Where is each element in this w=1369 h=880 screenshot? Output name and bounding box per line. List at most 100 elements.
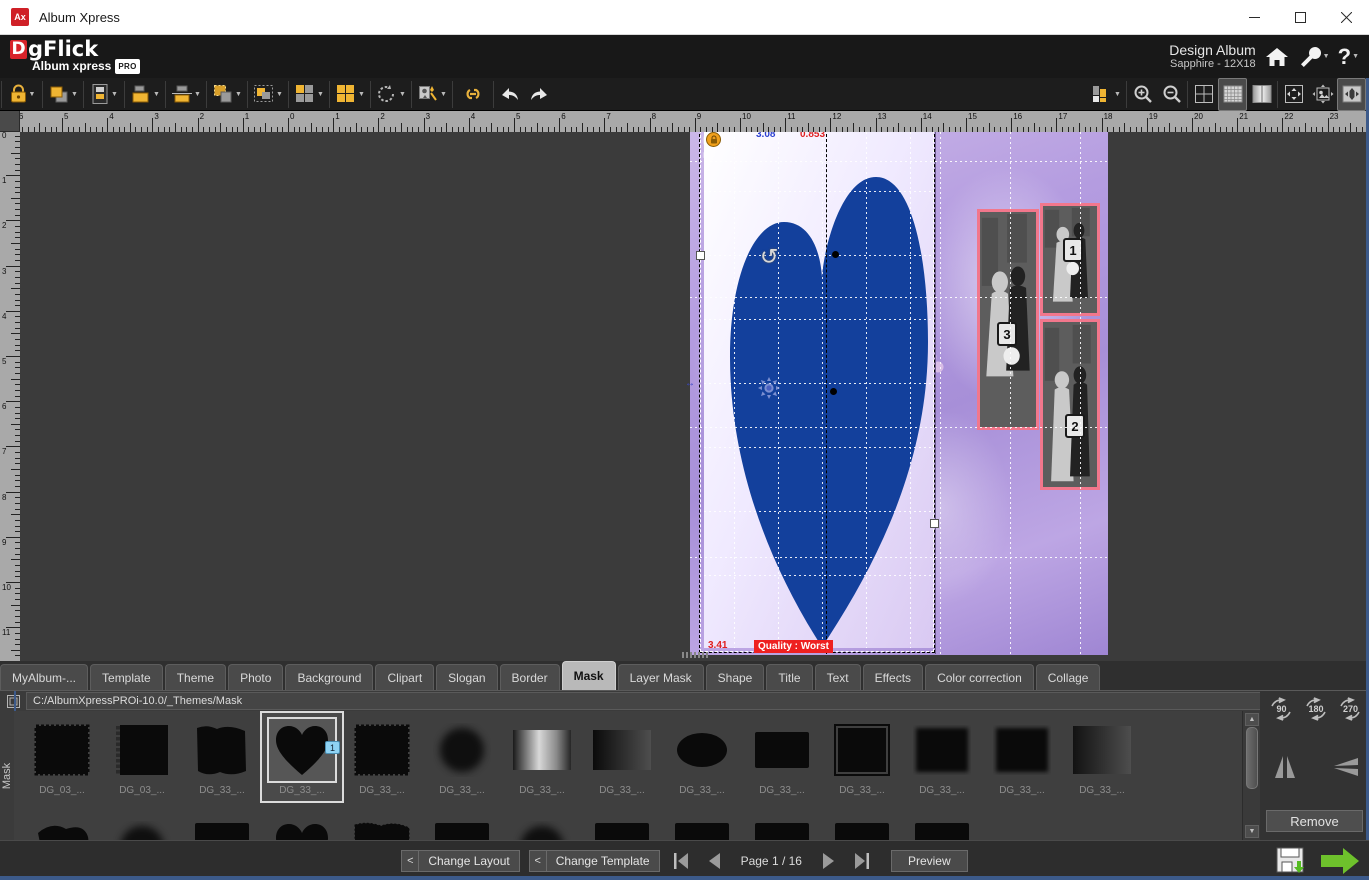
next-page-icon[interactable] — [817, 849, 841, 873]
asset-browser[interactable]: DG_03_... DG_03_... DG_33_... 1 DG_33_... DG_… — [14, 711, 1242, 840]
asset-thumbnail[interactable]: DG_33_... — [182, 713, 262, 801]
pan-image-button[interactable] — [1308, 78, 1337, 111]
select-marquee-caret-icon[interactable]: ▼ — [235, 91, 242, 98]
grid-color-caret-icon[interactable]: ▼ — [358, 91, 365, 98]
layers-caret-icon[interactable]: ▼ — [1114, 91, 1121, 98]
asset-thumbnail[interactable] — [662, 815, 742, 840]
align-center-button[interactable]: ▼ — [167, 78, 205, 111]
tab-color-correction[interactable]: Color correction — [925, 664, 1034, 690]
folder-browse-icon[interactable] — [4, 692, 22, 710]
align-center-caret-icon[interactable]: ▼ — [194, 91, 201, 98]
asset-thumbnail[interactable]: DG_03_... — [102, 713, 182, 801]
asset-thumbnail[interactable]: DG_33_... — [662, 713, 742, 801]
view-spread-button[interactable] — [1247, 78, 1276, 111]
next-step-arrow-icon[interactable] — [1319, 846, 1361, 880]
help-caret-icon[interactable]: ▼ — [1352, 53, 1359, 60]
scrollbar-thumb[interactable] — [1246, 727, 1258, 789]
auto-fill-button[interactable]: ▼ — [413, 78, 451, 111]
asset-thumbnail[interactable] — [582, 815, 662, 840]
asset-thumbnail[interactable]: DG_33_... — [902, 713, 982, 801]
layers-button[interactable]: ▼ — [1087, 78, 1125, 111]
rotate-90-button[interactable]: 90 — [1266, 697, 1297, 721]
tab-title[interactable]: Title — [766, 664, 813, 690]
lock-icon[interactable] — [706, 132, 721, 147]
asset-thumbnail[interactable] — [902, 815, 982, 840]
page-layout-button[interactable]: ▼ — [85, 78, 123, 111]
asset-thumbnail[interactable] — [822, 815, 902, 840]
change-layout-button[interactable]: Change Layout — [419, 849, 520, 872]
close-button[interactable] — [1323, 0, 1369, 35]
asset-thumbnail[interactable]: 1 DG_33_... — [260, 711, 344, 803]
reset-rotation-button[interactable]: ▼ — [372, 78, 410, 111]
tab-myalbum[interactable]: MyAlbum-... — [0, 664, 89, 690]
align-folder-caret-icon[interactable]: ▼ — [153, 91, 160, 98]
asset-thumbnail[interactable] — [742, 815, 822, 840]
asset-thumbnail[interactable]: DG_33_... — [822, 713, 902, 801]
tab-slogan[interactable]: Slogan — [436, 664, 498, 690]
undo-button[interactable] — [495, 78, 524, 111]
last-page-icon[interactable] — [850, 849, 874, 873]
wrench-icon[interactable]: ▼ — [1298, 45, 1330, 69]
tab-template[interactable]: Template — [90, 664, 163, 690]
asset-thumbnail[interactable] — [102, 815, 182, 840]
link-button[interactable] — [454, 78, 492, 111]
tab-theme[interactable]: Theme — [164, 664, 227, 690]
lock-caret-icon[interactable]: ▼ — [29, 91, 36, 98]
resize-handle-left[interactable] — [696, 251, 705, 260]
help-icon[interactable]: ? ▼ — [1338, 44, 1359, 70]
asset-thumbnail[interactable] — [502, 815, 582, 840]
vertical-ruler[interactable]: 0 1 2 3 4 5 6 7 8 9 10 11 — [0, 132, 20, 661]
page-layout-caret-icon[interactable]: ▼ — [111, 91, 118, 98]
album-page[interactable]: SOFTPEDIA — [685, 132, 1108, 655]
view-grid-button[interactable] — [1218, 77, 1247, 111]
canvas-area[interactable]: SOFTPEDIA — [20, 132, 1369, 661]
save-icon[interactable] — [1275, 846, 1309, 880]
asset-thumbnail[interactable]: DG_33_... — [502, 713, 582, 801]
asset-thumbnail[interactable]: DG_03_... — [22, 713, 102, 801]
zoom-in-button[interactable] — [1128, 78, 1157, 111]
horizontal-resize-arrows-icon[interactable]: ↔ — [685, 378, 695, 389]
select-marquee-button[interactable]: ▼ — [208, 78, 246, 111]
asset-thumbnail[interactable]: DG_33_... — [342, 713, 422, 801]
grid-2x2-caret-icon[interactable]: ▼ — [317, 91, 324, 98]
asset-thumbnail[interactable]: DG_33_... — [1062, 713, 1142, 801]
change-template-prev-button[interactable]: < — [528, 849, 547, 872]
asset-thumbnail[interactable] — [422, 815, 502, 840]
asset-thumbnail[interactable] — [22, 815, 102, 840]
view-quad-button[interactable] — [1189, 78, 1218, 111]
tab-border[interactable]: Border — [499, 664, 560, 690]
change-template-button[interactable]: Change Template — [546, 849, 660, 872]
reset-rotation-caret-icon[interactable]: ▼ — [399, 91, 406, 98]
scroll-up-arrow-icon[interactable]: ▲ — [1245, 713, 1259, 726]
scroll-down-arrow-icon[interactable]: ▼ — [1245, 825, 1259, 838]
redo-button[interactable] — [524, 78, 553, 111]
anchor-dot-top[interactable] — [832, 251, 839, 258]
horizontal-ruler[interactable]: 6 5 4 3 2 1 0 1 2 3 4 5 6 7 8 9 10 11 12 13 14 15 16 17 18 19 20 21… — [20, 111, 1369, 132]
move-tool-button[interactable] — [1279, 78, 1308, 111]
first-page-icon[interactable] — [669, 849, 693, 873]
asset-thumbnail[interactable]: DG_33_... — [422, 713, 502, 801]
asset-thumbnail[interactable]: DG_33_... — [742, 713, 822, 801]
photo-slot-2[interactable]: 2 — [1040, 319, 1100, 490]
tab-effects[interactable]: Effects — [862, 664, 924, 690]
tab-photo[interactable]: Photo — [228, 664, 284, 690]
photo-slot-1[interactable]: 1 — [1040, 203, 1100, 316]
lock-button[interactable]: ▼ — [3, 78, 41, 111]
remove-button[interactable]: Remove — [1266, 810, 1363, 832]
arrange-bring-forward-button[interactable]: ▼ — [44, 78, 82, 111]
tab-clipart[interactable]: Clipart — [375, 664, 435, 690]
zoom-out-button[interactable] — [1157, 78, 1186, 111]
resize-handle-right[interactable] — [930, 519, 939, 528]
flip-horizontal-icon[interactable] — [1270, 753, 1300, 786]
tab-text[interactable]: Text — [814, 664, 861, 690]
align-folder-button[interactable]: ▼ — [126, 78, 164, 111]
grid-layout-color-button[interactable]: ▼ — [331, 78, 369, 111]
preview-button[interactable]: Preview — [890, 849, 968, 872]
asset-thumbnail[interactable]: DG_33_... — [582, 713, 662, 801]
minimize-button[interactable] — [1231, 0, 1277, 35]
change-layout-prev-button[interactable]: < — [401, 849, 420, 872]
arrange-caret-icon[interactable]: ▼ — [71, 91, 78, 98]
sun-handle-icon[interactable] — [758, 377, 780, 399]
asset-thumbnail[interactable]: DG_33_... — [982, 713, 1062, 801]
home-icon[interactable] — [1264, 45, 1290, 69]
